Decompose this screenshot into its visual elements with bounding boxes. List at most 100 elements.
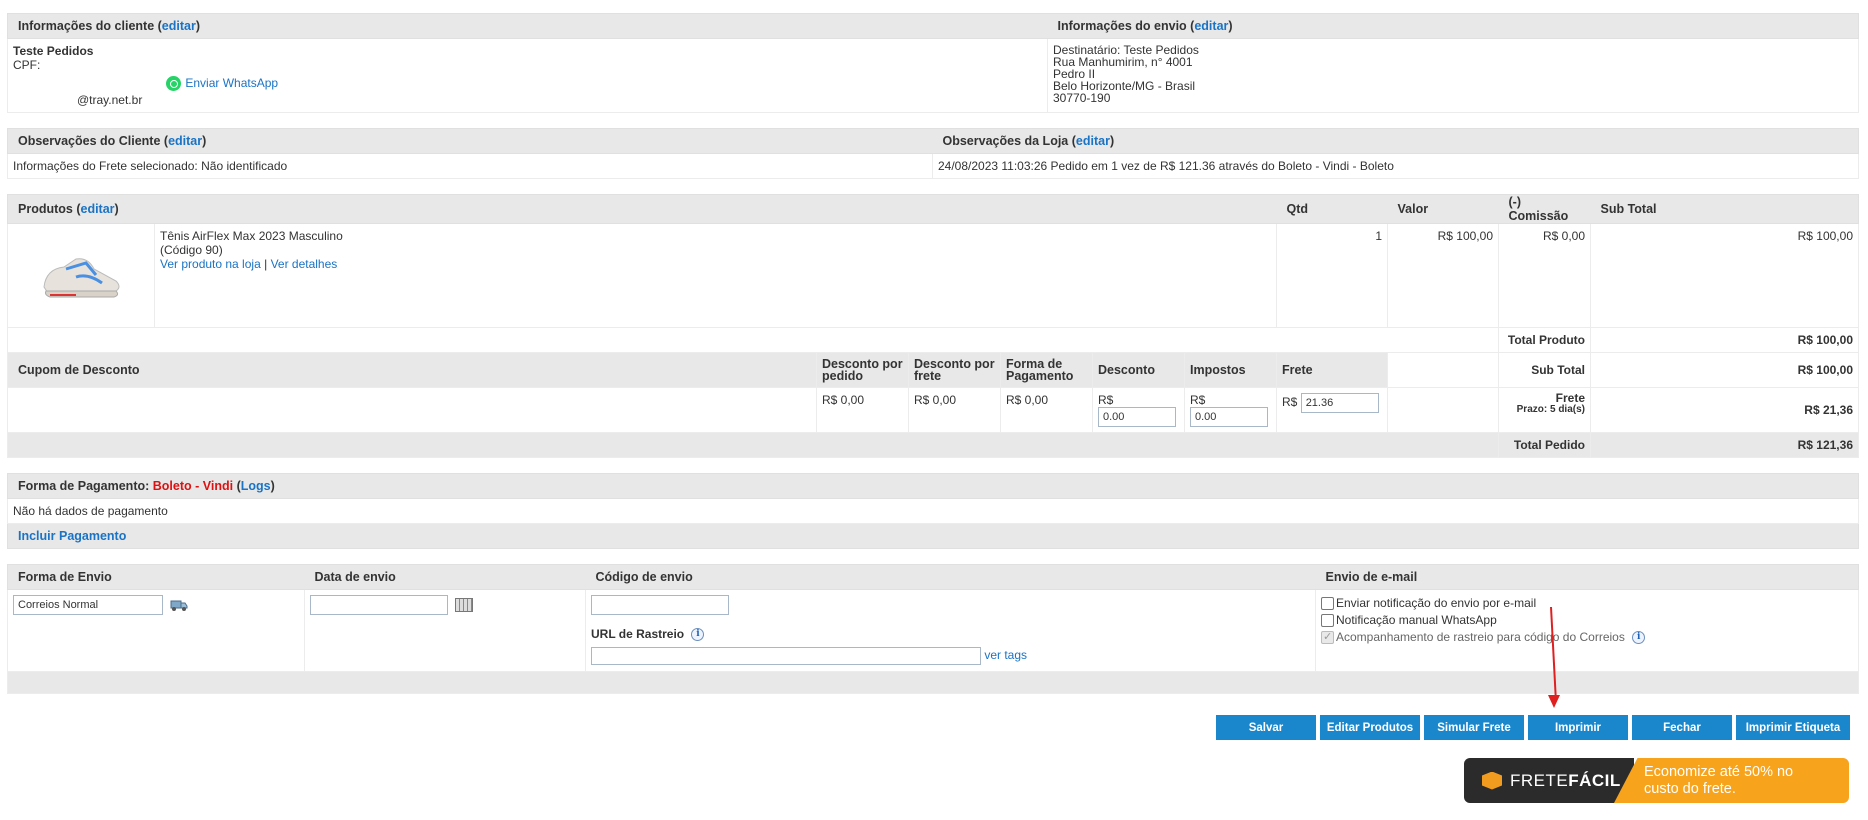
frete-facil-banner[interactable]: FRETE FÁCIL Economize até 50% no custo do…: [1464, 758, 1849, 803]
col-order-discount-header: Desconto por pedido: [816, 352, 909, 388]
product-image-cell: [7, 223, 155, 328]
col-shipping-method-header: Forma de Envio: [7, 564, 305, 590]
print-button[interactable]: Imprimir: [1528, 715, 1628, 740]
col-subtotal-header: Sub Total: [1590, 194, 1859, 224]
shipping-city: Belo Horizonte/MG - Brasil: [1053, 79, 1196, 93]
col-commission-header: (-) Comissão: [1498, 194, 1591, 224]
payment-section: Forma de Pagamento: Boleto - Vindi (Logs…: [7, 473, 1859, 549]
freight-total-value: R$ 21,36: [1590, 387, 1859, 433]
taxes-field-cell: R$: [1184, 387, 1277, 433]
product-code: (Código 90): [160, 243, 223, 257]
edit-shipping-info-link[interactable]: editar: [1194, 19, 1228, 33]
edit-products-link[interactable]: editar: [81, 202, 115, 216]
calendar-icon[interactable]: [455, 597, 474, 612]
discount-input[interactable]: [1098, 407, 1176, 427]
edit-store-observations-link[interactable]: editar: [1076, 134, 1110, 148]
truck-icon[interactable]: [170, 598, 188, 612]
tracking-follow-checkbox: [1321, 629, 1334, 646]
info-icon[interactable]: i: [1632, 631, 1646, 645]
notify-email-option[interactable]: Enviar notificação do envio por e-mail: [1321, 595, 1853, 612]
shipping-street: Rua Manhumirim, n° 4001: [1053, 55, 1193, 69]
frete-facil-logo: FRETE FÁCIL: [1464, 758, 1634, 803]
whatsapp-link[interactable]: Enviar WhatsApp: [166, 76, 278, 92]
notify-whatsapp-checkbox[interactable]: [1321, 614, 1334, 628]
observations-section: Observações do Cliente (editar) Observaç…: [7, 128, 1859, 179]
product-info-cell: Tênis AirFlex Max 2023 Masculino (Código…: [154, 223, 1277, 328]
tracking-url-input[interactable]: [591, 647, 981, 666]
product-image-sneaker: [36, 229, 126, 319]
product-name: Tênis AirFlex Max 2023 Masculino: [160, 229, 343, 243]
freight-field-cell: R$: [1276, 387, 1388, 433]
payment-discount-value: R$ 0,00: [1000, 387, 1093, 433]
product-links: Ver produto na loja | Ver detalhes: [160, 257, 338, 271]
frete-facil-promo: Economize até 50% no custo do frete.: [1614, 758, 1849, 803]
edit-client-link[interactable]: editar: [162, 19, 196, 33]
col-shipping-date-header: Data de envio: [304, 564, 586, 590]
col-taxes-header: Impostos: [1184, 352, 1277, 388]
payment-logs-link[interactable]: Logs: [241, 479, 271, 493]
notify-email-checkbox[interactable]: [1321, 597, 1334, 611]
taxes-input[interactable]: [1190, 407, 1268, 427]
client-phone-row: Enviar WhatsApp: [13, 76, 1042, 92]
shipping-date-input[interactable]: [310, 595, 448, 615]
client-observations-text: Informações do Frete selecionado: Não id…: [7, 153, 933, 179]
product-qty: 1: [1276, 223, 1388, 328]
simulate-freight-button[interactable]: Simular Frete: [1424, 715, 1524, 740]
shipping-info-body: Destinatário: Teste Pedidos Rua Manhumir…: [1047, 38, 1859, 113]
client-info-section: Informações do cliente (editar) Informaç…: [7, 13, 1859, 113]
product-commission: R$ 0,00: [1498, 223, 1591, 328]
freight-label: Frete: [1555, 391, 1585, 405]
action-buttons-bar: Salvar Editar Produtos Simular Frete Imp…: [1216, 715, 1850, 740]
col-email-header: Envio de e-mail: [1315, 564, 1859, 590]
shipping-zip: 30770-190: [1053, 91, 1111, 105]
freight-input[interactable]: [1300, 393, 1379, 413]
payment-header: Forma de Pagamento: Boleto - Vindi (Logs…: [7, 473, 1859, 499]
store-observations-header: Observações da Loja (editar): [932, 128, 1859, 154]
tracking-url-label: URL de Rastreio: [591, 627, 685, 641]
col-freight-header: Frete: [1276, 352, 1388, 388]
tracking-url-row: URL de Rastreio i: [591, 627, 1310, 642]
client-observations-header: Observações do Cliente (editar): [7, 128, 933, 154]
view-tags-link[interactable]: ver tags: [984, 648, 1027, 662]
print-label-button[interactable]: Imprimir Etiqueta: [1736, 715, 1850, 740]
shipping-code-input[interactable]: [591, 595, 729, 615]
subtotal-value: R$ 100,00: [1590, 352, 1859, 388]
freight-summary-label: Frete Prazo: 5 dia(s): [1498, 387, 1591, 433]
col-discount-header: Desconto: [1092, 352, 1185, 388]
col-shipping-discount-header: Desconto por frete: [908, 352, 1001, 388]
client-name: Teste Pedidos: [13, 44, 94, 58]
coupon-label: Cupom de Desconto: [7, 352, 817, 388]
whatsapp-icon: [166, 76, 182, 92]
view-product-store-link[interactable]: Ver produto na loja: [160, 257, 261, 271]
shipping-section: Forma de Envio Data de envio Código de e…: [7, 564, 1859, 694]
client-cpf-label: CPF:: [13, 58, 41, 72]
product-value: R$ 100,00: [1387, 223, 1499, 328]
annotation-arrow-head: [1548, 695, 1560, 708]
include-payment-link[interactable]: Incluir Pagamento: [18, 529, 126, 543]
notify-whatsapp-option[interactable]: Notificação manual WhatsApp: [1321, 612, 1853, 629]
payment-method: Boleto - Vindi: [152, 479, 234, 493]
edit-client-observations-link[interactable]: editar: [168, 134, 202, 148]
total-product-value: R$ 100,00: [1590, 327, 1859, 353]
order-total-label: Total Pedido: [1498, 432, 1591, 458]
view-details-link[interactable]: Ver detalhes: [271, 257, 338, 271]
shipping-method-input[interactable]: [13, 595, 163, 615]
phone-redacted: [13, 77, 163, 90]
subtotal-label: Sub Total: [1498, 352, 1591, 388]
order-total-value: R$ 121,36: [1590, 432, 1859, 458]
order-discount-value: R$ 0,00: [816, 387, 909, 433]
shipping-code-cell: URL de Rastreio i ver tags: [585, 589, 1316, 672]
col-qty-header: Qtd: [1276, 194, 1388, 224]
products-header: Produtos (editar): [7, 194, 1277, 224]
col-payment-discount-header: Forma de Pagamento: [1000, 352, 1093, 388]
client-info-body: Teste Pedidos CPF: Enviar WhatsApp @tray…: [7, 38, 1048, 113]
save-button[interactable]: Salvar: [1216, 715, 1316, 740]
discount-field-cell: R$: [1092, 387, 1185, 433]
email-options-cell: Enviar notificação do envio por e-mail N…: [1315, 589, 1859, 672]
table-row: Tênis AirFlex Max 2023 Masculino (Código…: [7, 223, 1859, 328]
info-icon[interactable]: i: [691, 628, 705, 642]
shipping-info-header: Informações do envio (editar): [1047, 13, 1859, 39]
freight-term: Prazo: 5 dia(s): [1516, 404, 1585, 415]
close-button[interactable]: Fechar: [1632, 715, 1732, 740]
edit-products-button[interactable]: Editar Produtos: [1320, 715, 1420, 740]
